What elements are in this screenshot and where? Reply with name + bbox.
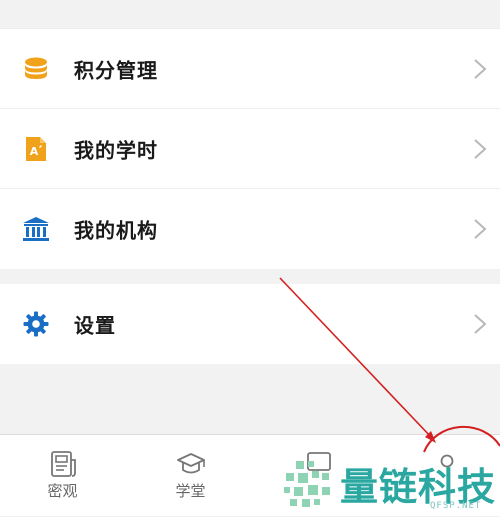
chevron-right-icon [474, 138, 487, 159]
menu-item-settings[interactable]: 设置 [0, 284, 500, 364]
svg-text:A: A [30, 145, 39, 158]
tab-label: 密观 [47, 482, 78, 500]
institution-icon [22, 215, 50, 243]
tab-news[interactable]: 密观 [0, 435, 125, 517]
study-hours-icon: A [22, 135, 50, 163]
tab-academy[interactable]: 学堂 [128, 435, 253, 517]
menu-item-institution[interactable]: 我的机构 [0, 189, 500, 269]
menu-item-points[interactable]: 积分管理 [0, 29, 500, 109]
menu-group-settings: 设置 [0, 284, 500, 364]
news-icon [50, 451, 76, 477]
gear-icon [22, 310, 50, 338]
tab-label: 学堂 [175, 482, 206, 500]
graduation-cap-icon [176, 453, 205, 474]
watermark-subtext: QFSP.NET [430, 501, 482, 511]
menu-item-label: 设置 [74, 313, 116, 338]
menu-item-label: 我的机构 [74, 218, 158, 243]
chevron-right-icon [474, 58, 487, 79]
menu-item-label: 我的学时 [74, 138, 158, 162]
coins-stack-icon [22, 55, 50, 83]
top-strip [0, 0, 500, 29]
chevron-right-icon [474, 219, 487, 239]
watermark-logo-icon [284, 461, 330, 507]
menu-item-study-hours[interactable]: A 我的学时 [0, 109, 500, 189]
watermark: 量链科技 QFSP.NET [282, 455, 500, 515]
menu-item-label: 积分管理 [74, 58, 158, 82]
menu-group-primary: 积分管理 A 我的学时 我的机构 [0, 29, 500, 269]
chevron-right-icon [474, 314, 487, 334]
